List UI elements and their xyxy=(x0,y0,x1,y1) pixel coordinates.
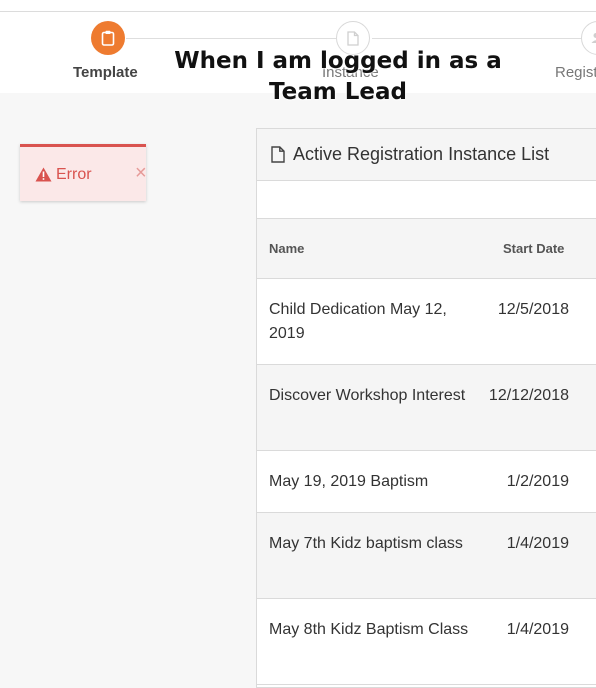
cell-start-date: 12/12/2018 xyxy=(469,384,569,408)
cell-name: May 8th Kidz Baptism Class xyxy=(269,618,474,642)
step-connector xyxy=(372,38,582,39)
step-registrants-label[interactable]: Regist xyxy=(555,64,596,81)
file-icon xyxy=(271,146,285,163)
table-row[interactable]: Child Dedication May 12, 2019 12/5/2018 xyxy=(257,279,596,365)
panel-header: Active Registration Instance List xyxy=(257,129,596,181)
cell-start-date: 12/5/2018 xyxy=(469,298,569,322)
table-row[interactable]: May 7th Kidz baptism class 1/4/2019 xyxy=(257,513,596,599)
overlay-caption: When I am logged in as a Team Lead xyxy=(160,46,516,108)
cell-start-date: 1/4/2019 xyxy=(469,618,569,642)
cell-start-date: 1/4/2019 xyxy=(469,532,569,556)
table-row[interactable]: May 19, 2019 Baptism 1/2/2019 xyxy=(257,451,596,513)
error-alert: Error × xyxy=(20,144,146,201)
table-row[interactable]: May 8th Kidz Baptism Class 1/4/2019 xyxy=(257,599,596,685)
column-header-start-date[interactable]: Start Date xyxy=(503,241,564,256)
cell-name: May 7th Kidz baptism class xyxy=(269,532,474,556)
step-connector xyxy=(126,38,336,39)
overlay-caption-line1: When I am logged in as a xyxy=(160,46,516,77)
table-row[interactable]: Discover Workshop Interest 12/12/2018 xyxy=(257,365,596,451)
overlay-caption-line2: Team Lead xyxy=(160,77,516,108)
clipboard-icon xyxy=(101,30,115,46)
table-header: Name Start Date xyxy=(257,219,596,279)
users-icon xyxy=(591,32,596,44)
cell-name: Discover Workshop Interest xyxy=(269,384,474,408)
step-template-clipboard-icon[interactable] xyxy=(91,21,125,55)
step-registrants-users-icon[interactable] xyxy=(581,21,596,55)
grid-actions-bar xyxy=(257,181,596,219)
cell-start-date: 1/2/2019 xyxy=(469,470,569,494)
column-header-name[interactable]: Name xyxy=(269,241,304,256)
panel-title: Active Registration Instance List xyxy=(293,144,549,165)
top-divider xyxy=(0,11,596,12)
step-template-label[interactable]: Template xyxy=(73,64,138,81)
cell-name: Child Dedication May 12, 2019 xyxy=(269,298,474,346)
close-icon[interactable]: × xyxy=(135,163,147,183)
file-icon xyxy=(347,31,359,46)
registration-instance-panel: Active Registration Instance List Name S… xyxy=(256,128,596,688)
warning-icon xyxy=(35,167,52,182)
error-text: Error xyxy=(56,166,92,184)
cell-name: May 19, 2019 Baptism xyxy=(269,470,474,494)
